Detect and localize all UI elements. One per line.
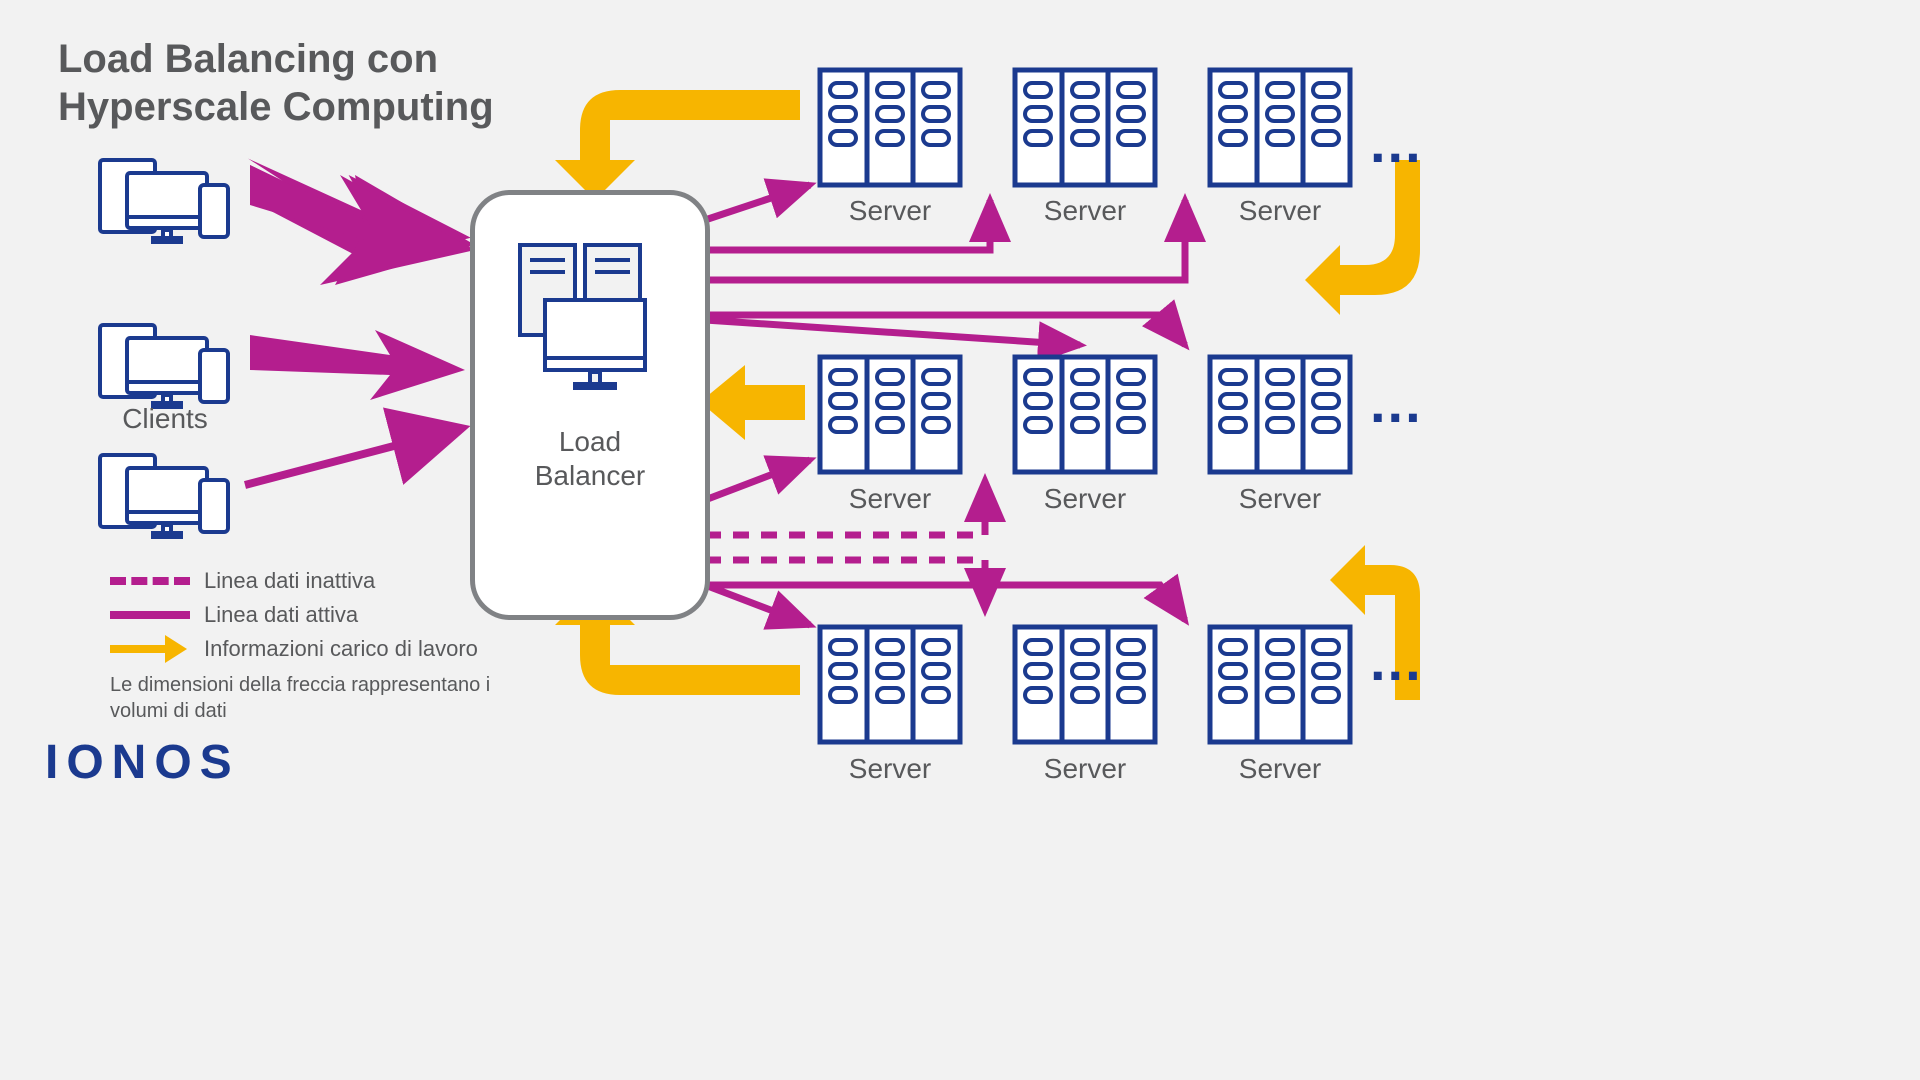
server-label: Server — [1015, 195, 1155, 227]
solid-line-icon — [110, 611, 190, 619]
diagram-canvas: Load Balancing con Hyperscale Computing — [0, 0, 1440, 810]
workload-arrow-top — [555, 90, 800, 200]
server-label: Server — [820, 753, 960, 785]
server-label: Server — [1210, 753, 1350, 785]
data-line-r1-s1 — [705, 185, 810, 220]
server-label: Server — [1210, 483, 1350, 515]
server-icon-r2-c3 — [1205, 352, 1355, 482]
load-balancer-label: Load Balancer — [475, 425, 705, 492]
client-arrow-3 — [245, 430, 455, 485]
server-label: Server — [820, 483, 960, 515]
server-icon-r2-c2 — [1010, 352, 1160, 482]
server-icon-r1-c2 — [1010, 65, 1160, 195]
ellipsis-icon: ... — [1370, 628, 1423, 693]
server-icon-r1-c3 — [1205, 65, 1355, 195]
legend-note: Le dimensioni della freccia rappresentan… — [110, 672, 540, 724]
data-line-r3-s1 — [705, 585, 810, 625]
ionos-logo: IONOS — [45, 735, 240, 790]
data-line-r2-s3b — [705, 315, 1185, 345]
data-line-r2-s3 — [705, 320, 1080, 345]
ellipsis-icon: ... — [1370, 370, 1423, 435]
load-balancer-box: Load Balancer — [470, 190, 710, 620]
clients-icon-2 — [95, 320, 235, 410]
server-label: Server — [1015, 483, 1155, 515]
legend-inactive: Linea dati inattiva — [110, 568, 540, 594]
server-label: Server — [1015, 753, 1155, 785]
clients-icon-1 — [95, 155, 235, 245]
data-line-r2-s1 — [705, 460, 810, 500]
load-balancer-icon — [510, 240, 670, 400]
server-icon-r3-c3 — [1205, 622, 1355, 752]
clients-label: Clients — [100, 403, 230, 435]
server-icon-r1-c1 — [815, 65, 965, 195]
legend-active: Linea dati attiva — [110, 602, 540, 628]
server-icon-r3-c2 — [1010, 622, 1160, 752]
server-label: Server — [1210, 195, 1350, 227]
legend: Linea dati inattiva Linea dati attiva In… — [110, 568, 540, 732]
server-icon-r2-c1 — [815, 352, 965, 482]
clients-icon-3 — [95, 450, 235, 540]
legend-workload: Informazioni carico di lavoro — [110, 636, 540, 662]
client-arrow-2 — [250, 330, 465, 400]
ellipsis-icon: ... — [1370, 110, 1423, 175]
dashed-line-icon — [110, 577, 190, 585]
server-label: Server — [820, 195, 960, 227]
workload-arrow-middle — [700, 365, 805, 440]
server-icon-r3-c1 — [815, 622, 965, 752]
